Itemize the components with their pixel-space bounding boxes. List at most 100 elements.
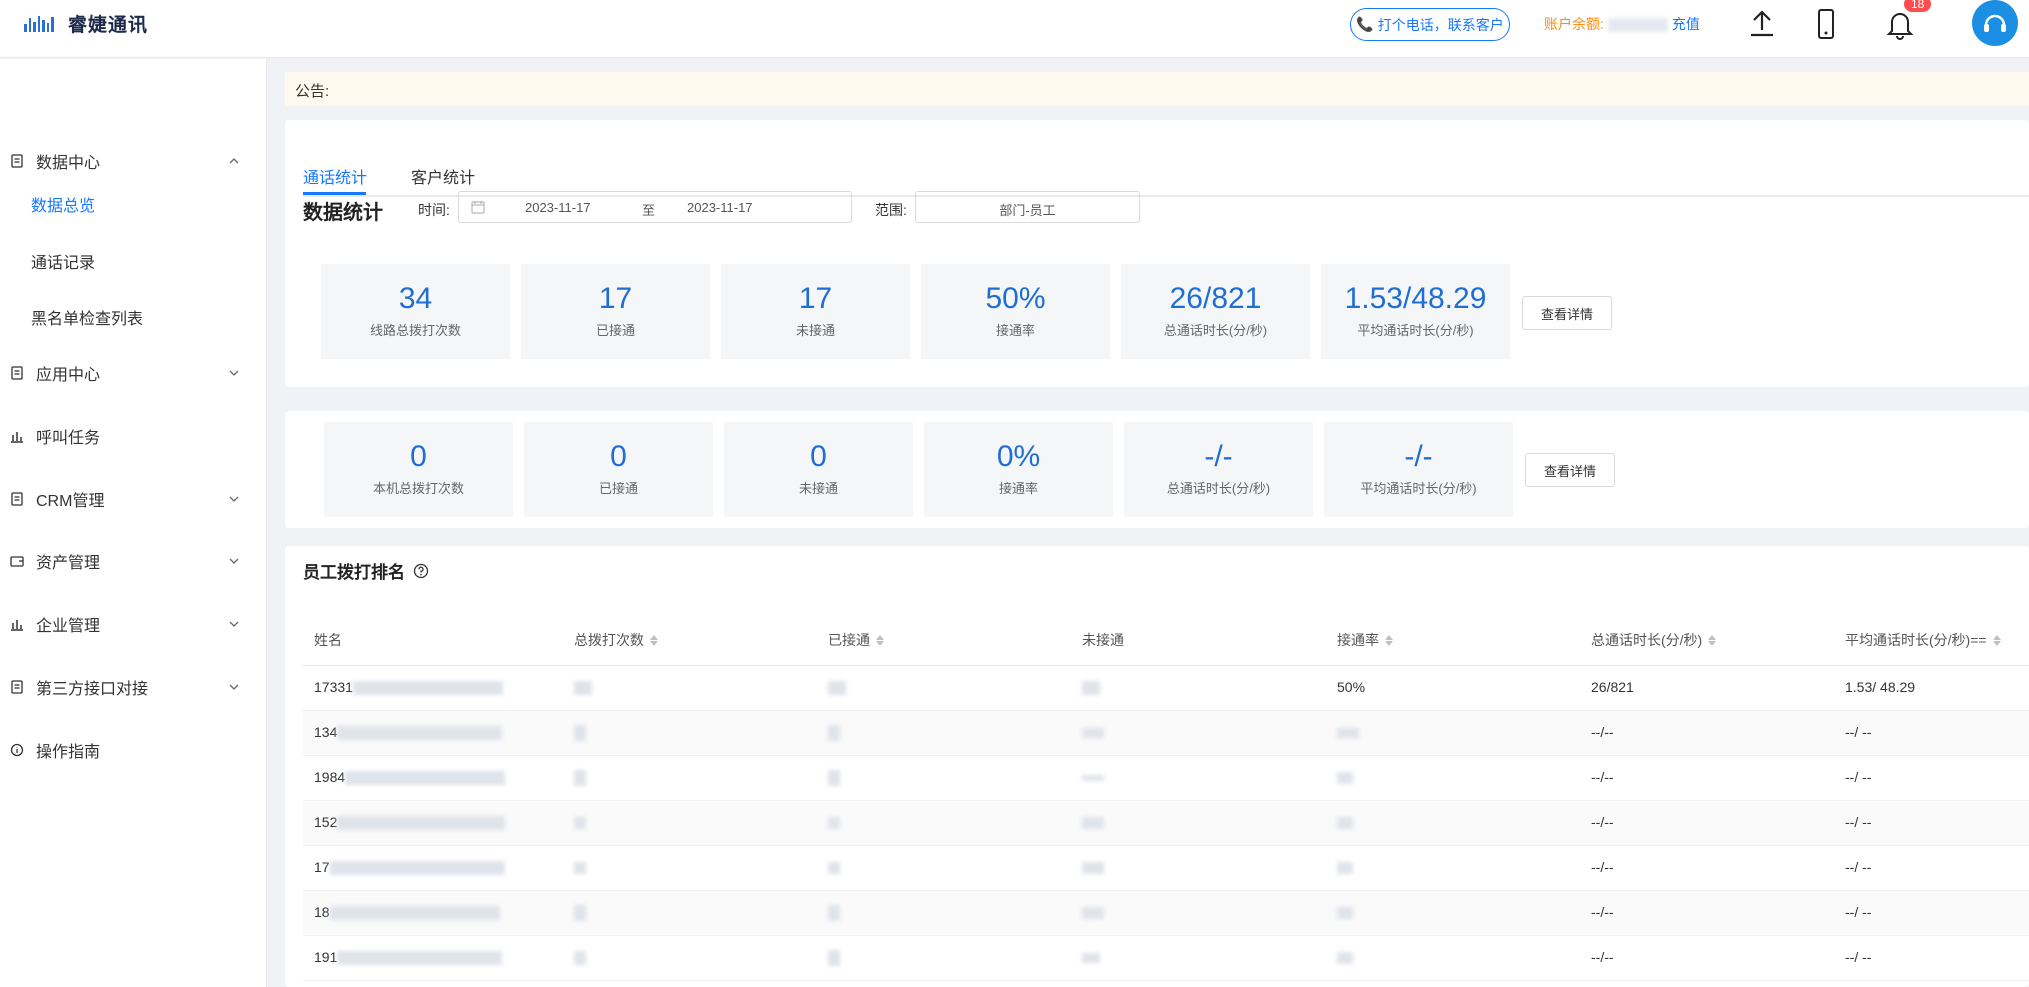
column-header-label: 未接通 <box>1082 632 1124 648</box>
chevron-up-icon <box>229 158 239 164</box>
row-name: 18 <box>314 904 500 921</box>
redacted-text <box>1082 907 1104 920</box>
redacted-text <box>1082 681 1100 696</box>
redacted-text <box>345 771 506 786</box>
start-date[interactable]: 2023-11-17 <box>525 200 591 215</box>
date-range-picker[interactable]: 2023-11-17 至 2023-11-17 <box>458 191 852 223</box>
account-balance: 账户余额: 充值 <box>1544 14 1700 34</box>
redacted-text <box>1082 728 1104 739</box>
redacted-text <box>828 905 840 922</box>
stat-value: 34 <box>398 282 433 315</box>
sidebar-item-app-center[interactable]: 应用中心 <box>0 353 267 393</box>
sidebar-item-call-task[interactable]: 呼叫任务 <box>0 416 267 456</box>
stat-value: -/- <box>1204 440 1233 473</box>
stat-local-not-connected: 0 未接通 <box>724 422 913 517</box>
redacted-text <box>574 817 586 830</box>
column-header-total-calls[interactable]: 总拨打次数 <box>574 630 658 650</box>
sidebar-item-third-party-api[interactable]: 第三方接口对接 <box>0 667 267 707</box>
range-label: 范围: <box>875 202 907 218</box>
stats-title: 数据统计 <box>303 202 383 224</box>
column-header-label: 总拨打次数 <box>574 632 644 648</box>
row-avg-duration: --/ -- <box>1845 949 1872 965</box>
stat-line-connect-rate: 50% 接通率 <box>921 264 1110 359</box>
stat-label: 总通话时长(分/秒) <box>1163 323 1268 338</box>
row-name-visible: 152 <box>314 814 338 830</box>
sort-icon[interactable] <box>876 634 884 646</box>
redacted-text <box>1082 862 1104 875</box>
sort-icon[interactable] <box>1992 634 2001 646</box>
range-select[interactable]: 部门-员工 <box>915 191 1140 223</box>
wallet-icon <box>10 556 24 567</box>
stat-line-connected: 17 已接通 <box>521 264 710 359</box>
redacted-text <box>574 770 586 787</box>
stat-local-connected: 0 已接通 <box>524 422 713 517</box>
redacted-text <box>574 681 592 696</box>
redacted-text <box>828 681 846 696</box>
row-name-visible: 1984 <box>314 769 346 785</box>
column-header-avg-duration[interactable]: 平均通话时长(分/秒)== <box>1845 630 2001 650</box>
row-avg-duration: --/ -- <box>1845 859 1872 875</box>
sidebar-item-label: 企业管理 <box>36 618 101 635</box>
user-avatar[interactable] <box>1972 0 2018 46</box>
redacted-text <box>574 862 586 875</box>
balance-value-redacted <box>1607 18 1668 33</box>
row-total-duration: --/-- <box>1591 949 1614 965</box>
bell-icon[interactable] <box>1884 8 1916 40</box>
date-separator: 至 <box>642 203 656 218</box>
recharge-link[interactable]: 充值 <box>1672 16 1700 32</box>
redacted-text <box>1337 862 1353 875</box>
row-name: 17331 <box>314 679 503 696</box>
column-header-connect-rate[interactable]: 接通率 <box>1337 630 1393 650</box>
sort-icon[interactable] <box>1385 634 1393 646</box>
sidebar-subitem-blacklist[interactable]: 黑名单检查列表 <box>31 305 143 329</box>
sidebar-item-enterprise[interactable]: 企业管理 <box>0 604 267 644</box>
tab-call-stats[interactable]: 通话统计 <box>303 164 367 188</box>
sort-icon[interactable] <box>650 634 658 646</box>
upload-icon[interactable] <box>1746 8 1778 40</box>
file-icon <box>11 492 23 506</box>
sidebar-item-data-center[interactable]: 数据中心 <box>0 141 267 181</box>
sidebar-item-label: 资产管理 <box>36 555 101 572</box>
table-row: 18 --/-- --/ -- <box>303 891 2029 936</box>
view-details-button[interactable]: 查看详情 <box>1525 453 1615 487</box>
local-stats-card: 0 本机总拨打次数 0 已接通 0 未接通 0% 接通率 -/- 总通话时长(分/秒) -… <box>285 411 2029 528</box>
help-icon[interactable] <box>413 563 429 579</box>
file-icon <box>11 366 23 380</box>
table-row: 17 --/-- --/ -- <box>303 846 2029 891</box>
mobile-phone-icon[interactable] <box>1810 8 1842 40</box>
ranking-title-text: 员工拨打排名 <box>303 563 405 582</box>
column-header-connected[interactable]: 已接通 <box>828 630 884 650</box>
sidebar-item-crm[interactable]: CRM管理 <box>0 479 267 519</box>
tab-customer-stats[interactable]: 客户统计 <box>411 164 475 188</box>
stat-value: 17 <box>798 282 833 315</box>
view-details-button[interactable]: 查看详情 <box>1522 296 1612 330</box>
column-header-label: 平均通话时长(分/秒)== <box>1845 632 1987 648</box>
sidebar-item-label: CRM管理 <box>36 493 105 510</box>
stat-label: 已接通 <box>595 323 635 338</box>
column-header-total-duration[interactable]: 总通话时长(分/秒) <box>1591 630 1717 650</box>
table-row: 134 --/-- --/ -- <box>303 711 2029 756</box>
stat-local-avg-duration: -/- 平均通话时长(分/秒) <box>1324 422 1513 517</box>
end-date[interactable]: 2023-11-17 <box>687 200 753 215</box>
sidebar-item-guide[interactable]: 操作指南 <box>0 730 267 770</box>
calendar-icon <box>471 201 485 214</box>
stat-line-total-calls: 34 线路总拨打次数 <box>321 264 510 359</box>
table-row: 1984 --/-- --/ -- <box>303 756 2029 801</box>
sidebar-subitem-data-overview[interactable]: 数据总览 <box>31 192 95 216</box>
announcement-label: 公告: <box>295 83 330 100</box>
redacted-text <box>329 906 500 921</box>
brand-logo[interactable]: 睿婕通讯 <box>24 10 148 37</box>
sidebar-subitem-call-records[interactable]: 通话记录 <box>31 249 95 273</box>
row-total-duration: --/-- <box>1591 724 1614 740</box>
call-customer-button[interactable]: 📞 打个电话，联系客户 <box>1350 8 1510 41</box>
sort-icon[interactable] <box>1708 634 1717 646</box>
stat-label: 平均通话时长(分/秒) <box>1360 481 1477 496</box>
chevron-down-icon <box>229 684 239 690</box>
sidebar-item-assets[interactable]: 资产管理 <box>0 541 267 581</box>
stat-value: 0 <box>410 440 427 473</box>
redacted-text <box>352 681 503 696</box>
sidebar-item-label: 应用中心 <box>36 367 101 384</box>
redacted-text <box>1337 907 1353 920</box>
stat-label: 总通话时长(分/秒) <box>1166 481 1271 496</box>
redacted-text <box>1082 953 1100 964</box>
